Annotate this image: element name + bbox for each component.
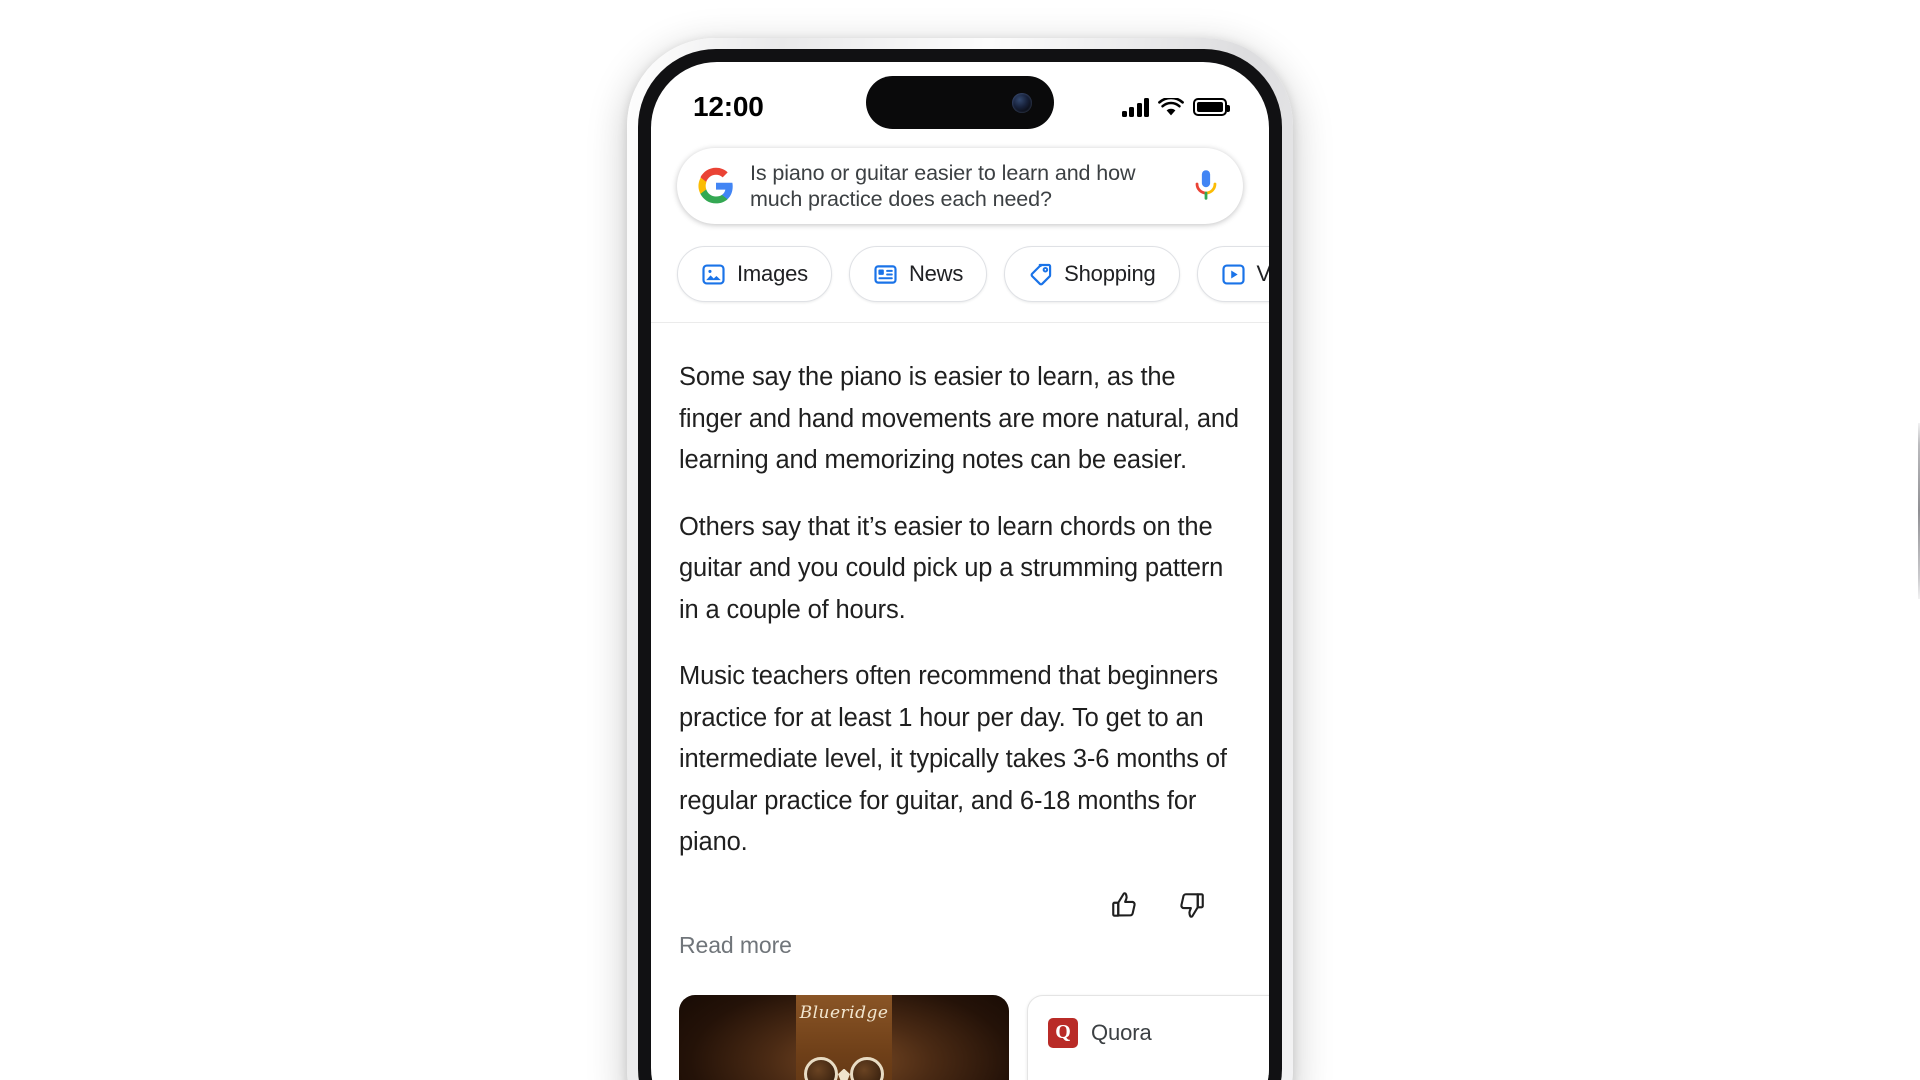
answer-paragraph: Some say the piano is easier to learn, a…	[679, 363, 1239, 474]
front-camera-lens-icon	[1012, 92, 1032, 113]
filter-chips-row[interactable]: Images News Shopping V	[651, 224, 1269, 322]
read-more-link[interactable]: Read more	[679, 920, 1241, 959]
source-cards-row: Blueridge Q Quora	[651, 959, 1269, 1080]
status-bar: 12:00	[651, 62, 1269, 134]
answer-paragraph: Music teachers often recommend that begi…	[679, 662, 1227, 856]
answer-paragraph: Others say that it’s easier to learn cho…	[679, 512, 1224, 624]
chip-images[interactable]: Images	[677, 246, 832, 302]
newspaper-icon	[874, 264, 897, 284]
chip-label: Videos	[1256, 261, 1269, 286]
phone-bezel: 12:00 Is piano or guitar easier to learn…	[638, 49, 1282, 1080]
status-bar-clock: 12:00	[693, 91, 764, 122]
wifi-icon	[1158, 97, 1184, 115]
quora-source-name: Quora	[1091, 1019, 1152, 1045]
thumbs-up-icon[interactable]	[1109, 890, 1139, 920]
chip-label: Images	[737, 261, 808, 286]
image-icon	[702, 263, 725, 285]
chip-label: Shopping	[1064, 261, 1156, 286]
chip-shopping[interactable]: Shopping	[1004, 246, 1180, 302]
search-query-text[interactable]: Is piano or guitar easier to learn and h…	[750, 160, 1176, 212]
cellular-signal-icon	[1121, 97, 1149, 117]
thumbs-down-icon[interactable]	[1177, 890, 1207, 920]
chip-news[interactable]: News	[848, 246, 988, 302]
guitar-brand-text: Blueridge	[799, 1002, 889, 1023]
price-tag-icon	[1030, 263, 1052, 285]
microphone-icon[interactable]	[1191, 169, 1221, 203]
ai-answer-panel: Some say the piano is easier to learn, a…	[651, 323, 1269, 959]
feedback-row	[679, 864, 1241, 920]
status-bar-indicators	[1121, 97, 1230, 117]
chip-videos[interactable]: Videos	[1196, 246, 1269, 302]
quora-logo-icon: Q	[1048, 1017, 1078, 1048]
google-g-logo	[698, 167, 733, 204]
phone-device-frame: 12:00 Is piano or guitar easier to learn…	[627, 38, 1920, 1080]
chip-label: News	[908, 261, 964, 286]
phone-screen: 12:00 Is piano or guitar easier to learn…	[651, 62, 1269, 1080]
guitar-image-card[interactable]: Blueridge	[679, 994, 1009, 1080]
battery-full-icon	[1193, 98, 1230, 116]
screenshot-canvas: 12:00 Is piano or guitar easier to learn…	[0, 0, 1920, 1080]
video-play-icon	[1221, 263, 1245, 285]
search-bar[interactable]: Is piano or guitar easier to learn and h…	[677, 148, 1243, 224]
quora-card-header: Q Quora	[1048, 1017, 1269, 1048]
dynamic-island	[866, 76, 1054, 129]
search-bar-container: Is piano or guitar easier to learn and h…	[651, 134, 1269, 224]
quora-source-card[interactable]: Q Quora	[1027, 994, 1269, 1080]
